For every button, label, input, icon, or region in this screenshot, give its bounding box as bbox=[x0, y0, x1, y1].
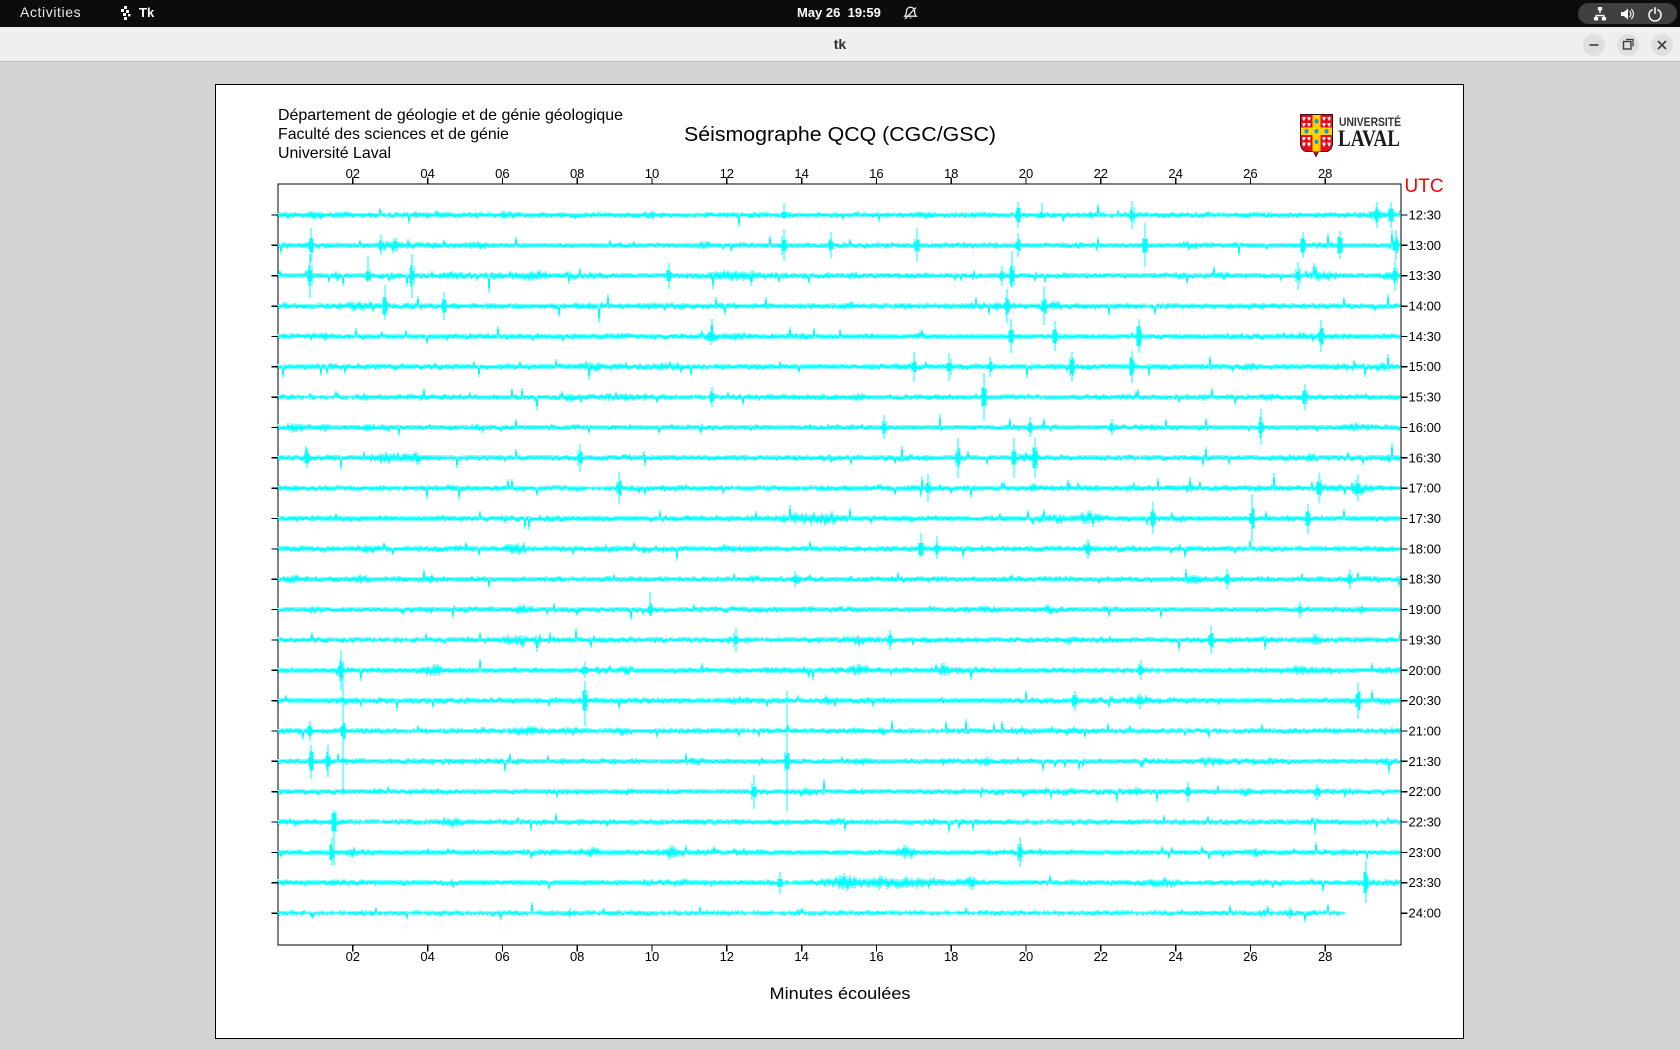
svg-text:22: 22 bbox=[1094, 166, 1108, 181]
svg-text:17:00: 17:00 bbox=[1409, 481, 1442, 496]
svg-text:15:00: 15:00 bbox=[1409, 359, 1442, 374]
svg-text:16: 16 bbox=[869, 949, 883, 964]
svg-text:04: 04 bbox=[420, 166, 434, 181]
svg-text:26: 26 bbox=[1243, 166, 1257, 181]
svg-text:18:30: 18:30 bbox=[1409, 572, 1442, 587]
svg-text:20:00: 20:00 bbox=[1409, 663, 1442, 678]
svg-text:12: 12 bbox=[720, 166, 734, 181]
svg-text:13:00: 13:00 bbox=[1409, 238, 1442, 253]
svg-text:19:00: 19:00 bbox=[1409, 602, 1442, 617]
svg-text:14: 14 bbox=[794, 166, 808, 181]
svg-text:14: 14 bbox=[794, 949, 808, 964]
svg-text:LAVAL: LAVAL bbox=[1338, 126, 1400, 151]
svg-text:18:00: 18:00 bbox=[1409, 541, 1442, 556]
svg-text:Minutes écoulées: Minutes écoulées bbox=[770, 985, 911, 1003]
svg-text:14:30: 14:30 bbox=[1409, 329, 1442, 344]
svg-text:20: 20 bbox=[1019, 949, 1033, 964]
svg-text:18: 18 bbox=[944, 949, 958, 964]
svg-text:24:00: 24:00 bbox=[1409, 906, 1442, 921]
svg-text:10: 10 bbox=[645, 166, 659, 181]
svg-text:19:30: 19:30 bbox=[1409, 632, 1442, 647]
svg-text:08: 08 bbox=[570, 949, 584, 964]
svg-text:23:30: 23:30 bbox=[1409, 875, 1442, 890]
svg-text:28: 28 bbox=[1318, 949, 1332, 964]
svg-text:Faculté des sciences et de gén: Faculté des sciences et de génie bbox=[278, 126, 509, 143]
svg-text:16: 16 bbox=[869, 166, 883, 181]
svg-text:14:00: 14:00 bbox=[1409, 299, 1442, 314]
svg-text:06: 06 bbox=[495, 949, 509, 964]
svg-text:21:00: 21:00 bbox=[1409, 724, 1442, 739]
svg-text:17:30: 17:30 bbox=[1409, 511, 1442, 526]
svg-text:24: 24 bbox=[1168, 949, 1182, 964]
svg-text:12:30: 12:30 bbox=[1409, 208, 1442, 223]
svg-text:24: 24 bbox=[1168, 166, 1182, 181]
svg-text:20: 20 bbox=[1019, 166, 1033, 181]
svg-text:26: 26 bbox=[1243, 949, 1257, 964]
svg-text:10: 10 bbox=[645, 949, 659, 964]
svg-text:Département de géologie et de: Département de géologie et de génie géol… bbox=[278, 107, 623, 124]
svg-text:02: 02 bbox=[346, 166, 360, 181]
svg-text:21:30: 21:30 bbox=[1409, 754, 1442, 769]
svg-text:Séismographe QCQ (CGC/GSC): Séismographe QCQ (CGC/GSC) bbox=[684, 123, 996, 146]
svg-text:04: 04 bbox=[420, 949, 434, 964]
svg-text:28: 28 bbox=[1318, 166, 1332, 181]
svg-text:22: 22 bbox=[1094, 949, 1108, 964]
svg-text:13:30: 13:30 bbox=[1409, 268, 1442, 283]
svg-text:Université Laval: Université Laval bbox=[278, 145, 391, 162]
svg-text:22:00: 22:00 bbox=[1409, 784, 1442, 799]
svg-text:18: 18 bbox=[944, 166, 958, 181]
svg-text:16:00: 16:00 bbox=[1409, 420, 1442, 435]
svg-text:16:30: 16:30 bbox=[1409, 450, 1442, 465]
svg-text:15:30: 15:30 bbox=[1409, 390, 1442, 405]
svg-text:20:30: 20:30 bbox=[1409, 693, 1442, 708]
svg-text:12: 12 bbox=[720, 949, 734, 964]
svg-text:22:30: 22:30 bbox=[1409, 815, 1442, 830]
svg-text:08: 08 bbox=[570, 166, 584, 181]
svg-text:06: 06 bbox=[495, 166, 509, 181]
svg-text:23:00: 23:00 bbox=[1409, 845, 1442, 860]
svg-text:UTC: UTC bbox=[1405, 176, 1444, 197]
svg-text:02: 02 bbox=[346, 949, 360, 964]
